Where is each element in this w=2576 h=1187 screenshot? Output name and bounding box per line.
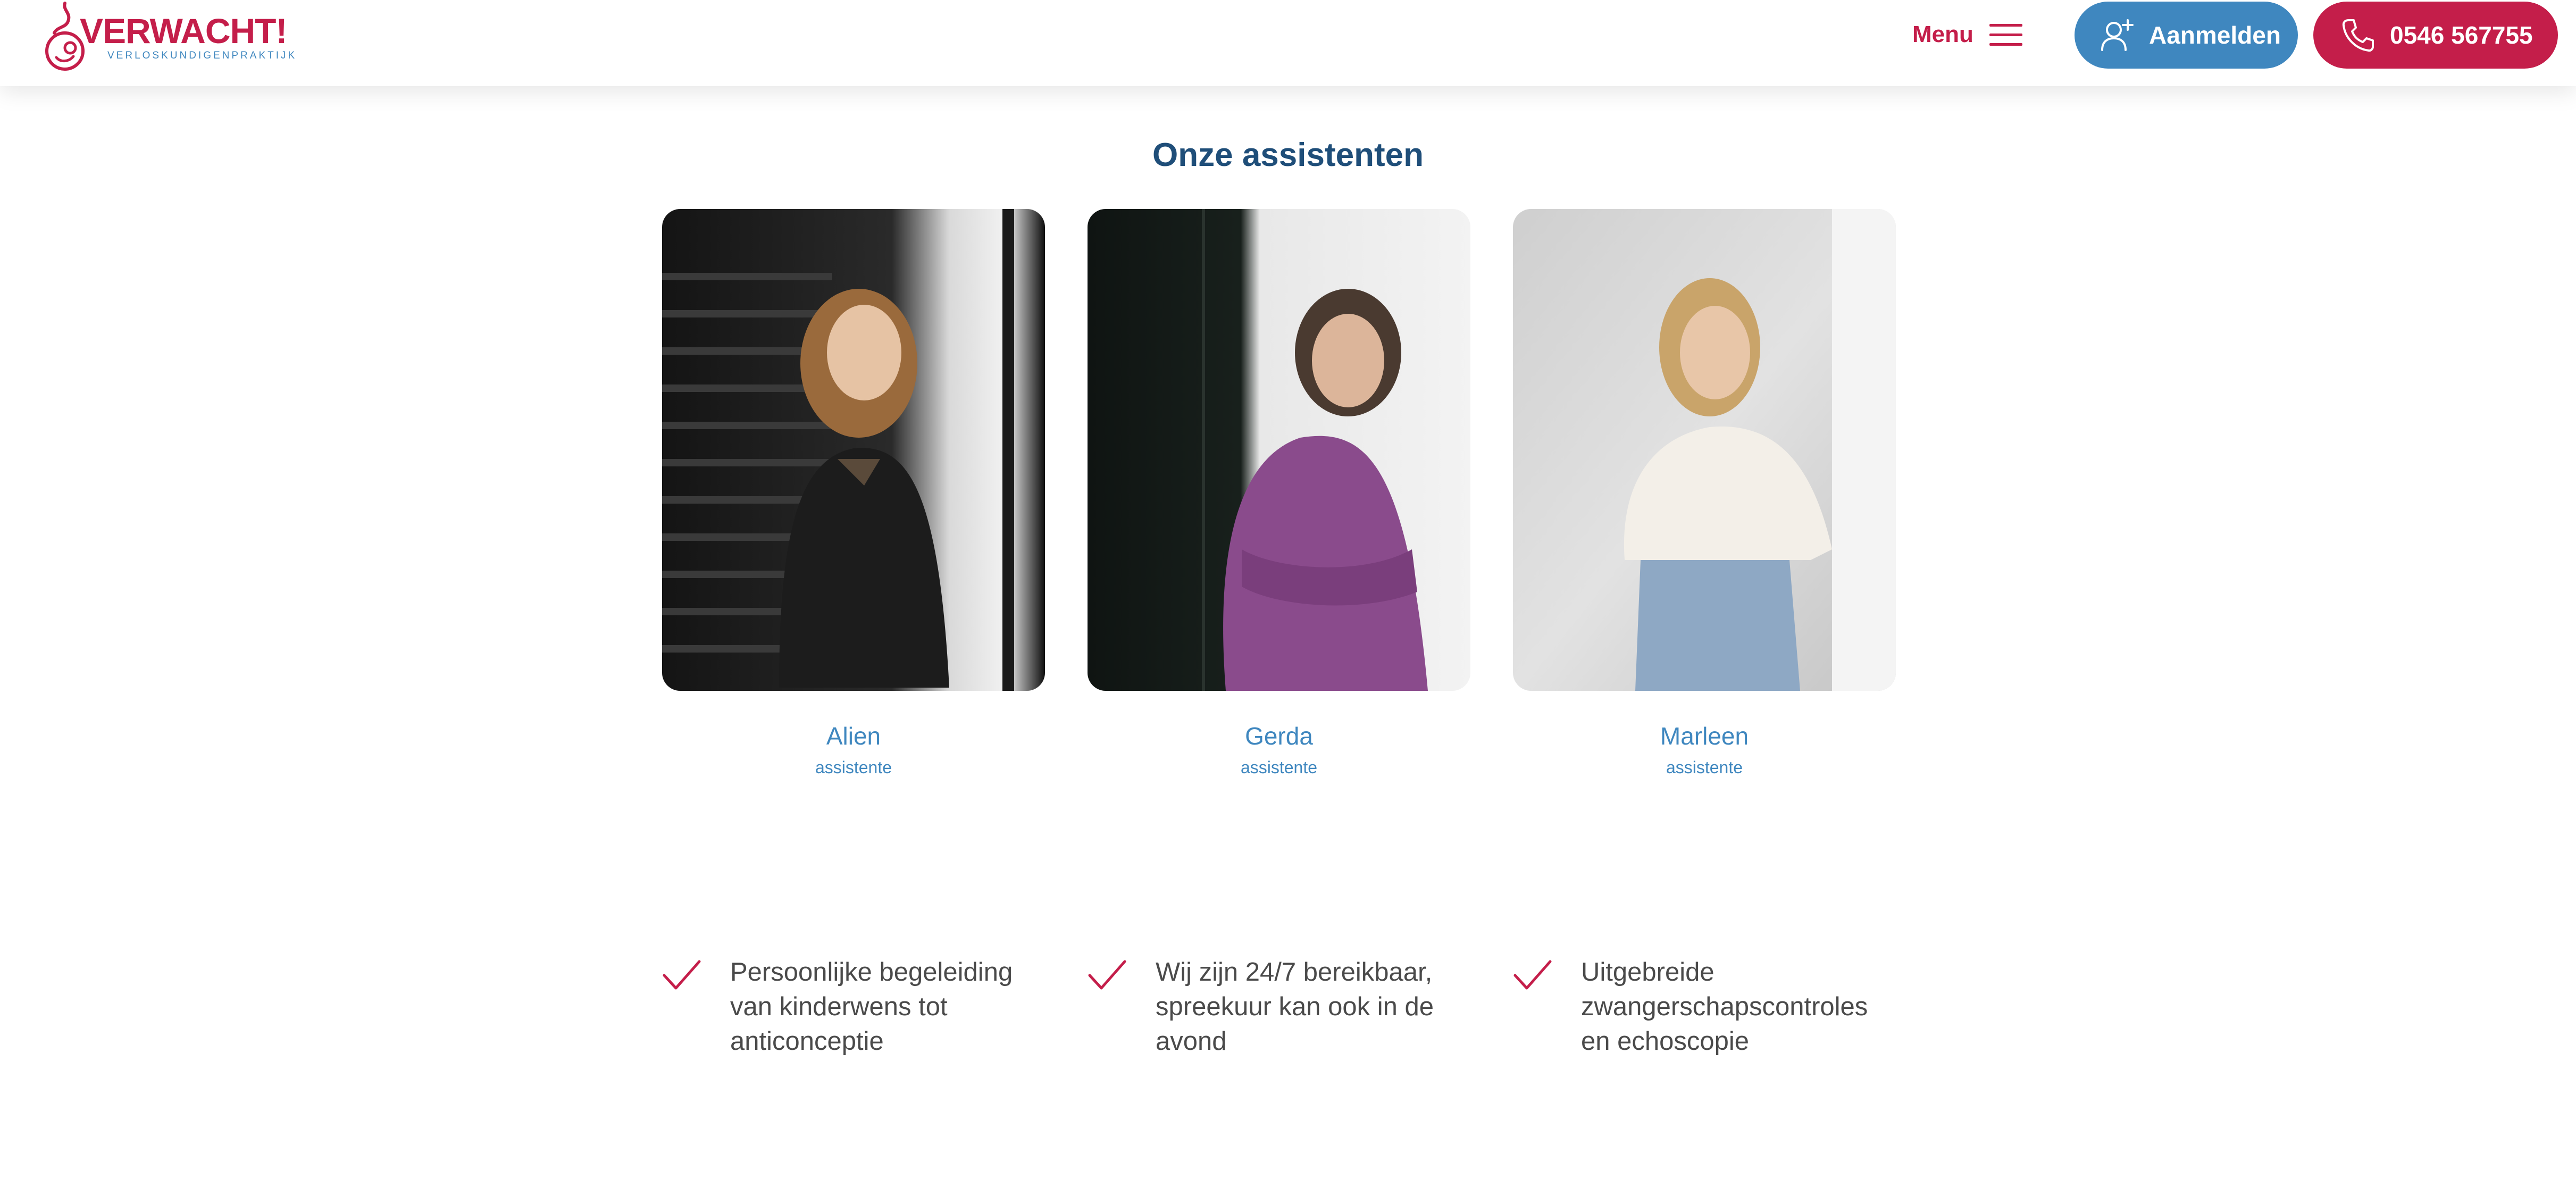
usp-item: Wij zijn 24/7 bereikbaar, spreekuur kan …	[1088, 955, 1470, 1072]
register-button[interactable]: Aanmelden	[2075, 2, 2298, 69]
assistant-name: Gerda	[1245, 722, 1313, 750]
usp-item: Uitgebreide zwangerschapscontroles en ec…	[1513, 955, 1896, 1072]
assistant-name: Marleen	[1660, 722, 1749, 750]
assistant-role: assistente	[1240, 758, 1318, 777]
phone-button[interactable]: 0546 567755	[2313, 2, 2558, 69]
usp-item: Persoonlijke begeleiding van kinderwens …	[662, 955, 1045, 1072]
logo-wordmark: VERWACHT!	[80, 11, 287, 51]
assistant-photo	[662, 209, 1045, 691]
assistant-role: assistente	[1666, 758, 1743, 777]
check-icon	[1513, 960, 1552, 990]
assistant-role: assistente	[815, 758, 892, 777]
assistant-name: Alien	[826, 722, 881, 750]
menu-label: Menu	[1912, 21, 1973, 47]
assistant-card-marleen[interactable]: Marleen assistente	[1513, 209, 1896, 778]
usp-text: Persoonlijke begeleiding van kinderwens …	[730, 958, 1013, 1056]
section-title: Onze assistenten	[1152, 137, 1424, 173]
register-label: Aanmelden	[2149, 21, 2281, 49]
phone-icon	[2342, 19, 2374, 52]
check-icon	[1088, 960, 1126, 990]
usp-text: Wij zijn 24/7 bereikbaar, spreekuur kan …	[1156, 958, 1434, 1056]
menu-button[interactable]: Menu	[1912, 17, 2022, 52]
assistant-photo	[1088, 209, 1470, 691]
logo[interactable]: VERWACHT! VERLOSKUNDIGENPRAKTIJK	[41, 0, 295, 74]
phone-label: 0546 567755	[2390, 21, 2533, 49]
check-icon	[663, 960, 701, 990]
assistant-card-gerda[interactable]: Gerda assistente	[1088, 209, 1470, 778]
logo-subtitle: VERLOSKUNDIGENPRAKTIJK	[107, 50, 297, 61]
assistant-photo	[1513, 209, 1896, 691]
hamburger-icon	[1989, 22, 2022, 47]
user-plus-icon	[2101, 19, 2134, 51]
usp-text: Uitgebreide zwangerschapscontroles en ec…	[1581, 958, 1868, 1056]
assistant-card-alien[interactable]: Alien assistente	[662, 209, 1045, 778]
site-header: VERWACHT! VERLOSKUNDIGENPRAKTIJK Menu Aa…	[0, 0, 2576, 86]
